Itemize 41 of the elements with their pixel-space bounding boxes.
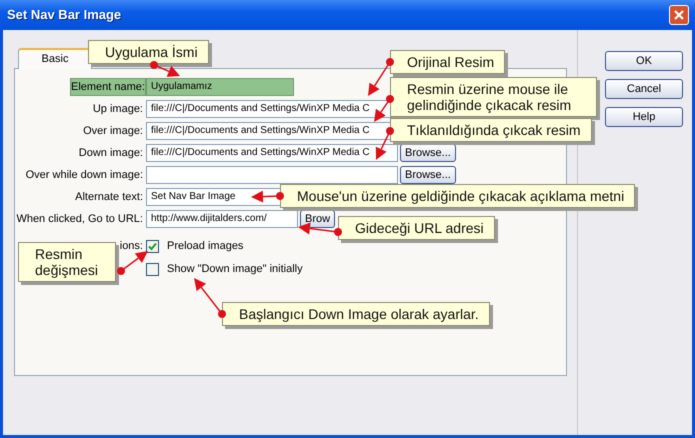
dialog-button[interactable]: Cancel xyxy=(605,79,683,99)
field-label: ions: xyxy=(118,240,144,253)
checkbox-label: Preload images xyxy=(167,239,244,254)
browse-button[interactable]: Browse... xyxy=(400,166,456,184)
field-label: Element name: xyxy=(70,78,146,96)
callout-tooltip: Resmin üzerine mouse ile gelindiğinde çıkacak resim xyxy=(390,77,597,117)
pointer-arrow xyxy=(251,190,284,203)
pointer-arrow xyxy=(117,251,148,275)
callout-tooltip: Mouse'un üzerine geldiğinde çıkacak açıklama metni xyxy=(280,184,636,208)
checkbox-label: Show "Down image" initially xyxy=(167,262,303,278)
checkbox[interactable] xyxy=(146,263,159,276)
close-button[interactable] xyxy=(669,5,689,25)
browse-button[interactable]: Browse... xyxy=(400,144,456,162)
callout-tooltip: Orijinal Resim xyxy=(390,50,506,74)
field-label: When clicked, Go to URL: xyxy=(15,212,144,227)
callout-tooltip: Uygulama İsmi xyxy=(88,40,209,64)
field-label: Down image: xyxy=(78,146,144,161)
close-icon xyxy=(673,9,685,21)
window-title: Set Nav Bar Image xyxy=(7,6,122,24)
field-label: Alternate text: xyxy=(74,190,144,205)
pointer-arrow xyxy=(194,278,226,318)
input-field[interactable]: http://www.dijitalders.com/ xyxy=(146,210,298,228)
pointer-arrow xyxy=(150,61,180,77)
pointer-arrow xyxy=(298,222,342,236)
checkbox[interactable] xyxy=(146,240,159,253)
callout-tooltip: Gideceği URL adresi xyxy=(338,216,495,240)
input-field[interactable]: file:///C|/Documents and Settings/WinXP Media C xyxy=(146,144,398,162)
callout-tooltip: Resmin değişmesi xyxy=(18,242,116,282)
callout-tooltip: Tıklanıldığında çıkcak resim xyxy=(390,118,592,142)
input-field[interactable]: Uygulamamız xyxy=(146,78,294,96)
tab[interactable]: Basic xyxy=(18,48,92,69)
field-label: Over image: xyxy=(82,124,144,139)
callout-tooltip: Başlangıcı Down Image olarak ayarlar. xyxy=(222,302,490,326)
input-field[interactable] xyxy=(146,166,398,184)
dialog-button[interactable]: OK xyxy=(605,51,683,71)
pointer-arrow xyxy=(368,58,394,96)
pointer-arrow xyxy=(376,127,394,160)
dialog-button[interactable]: Help xyxy=(605,107,683,127)
field-label: Up image: xyxy=(92,102,144,117)
field-label: Over while down image: xyxy=(24,168,144,183)
pointer-arrow xyxy=(374,95,394,122)
